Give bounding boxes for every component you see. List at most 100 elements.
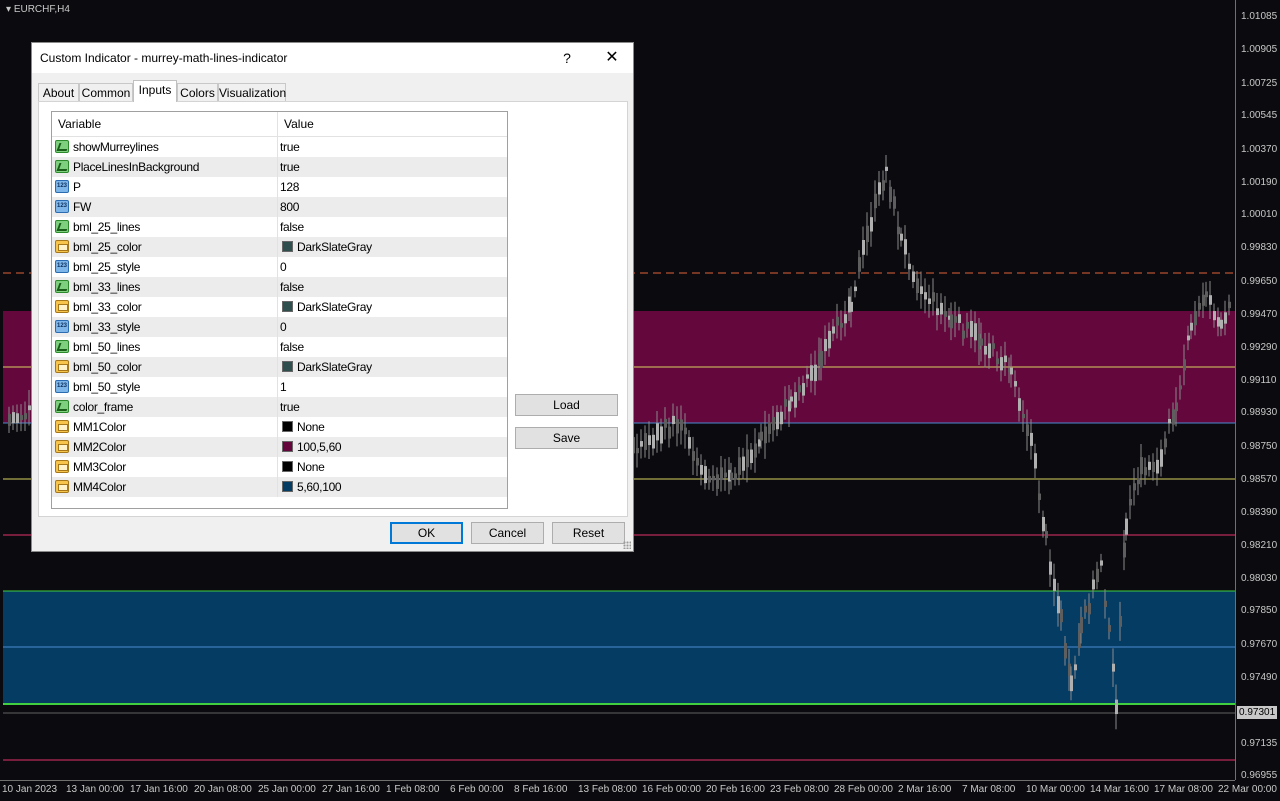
candle-body (850, 301, 853, 312)
row-variable: P (73, 180, 81, 194)
table-row[interactable]: bml_50_color DarkSlateGray (52, 357, 507, 377)
cancel-button[interactable]: Cancel (471, 522, 544, 544)
candle-body (1137, 478, 1140, 485)
row-value[interactable]: 5,60,100 (297, 480, 342, 494)
row-variable: bml_25_color (73, 240, 142, 254)
table-row[interactable]: bml_25_lines false (52, 217, 507, 237)
candle-body (844, 314, 847, 324)
candle-body (1080, 617, 1083, 634)
time-axis[interactable]: 10 Jan 2023 13 Jan 00:00 17 Jan 16:00 20 Ja… (0, 780, 1277, 801)
candle-body (790, 396, 793, 402)
row-value[interactable]: true (280, 400, 300, 414)
row-value[interactable]: 128 (280, 180, 299, 194)
table-row[interactable]: 123 bml_25_style 0 (52, 257, 507, 277)
candle-body (1129, 499, 1132, 506)
dialog-titlebar[interactable]: Custom Indicator - murrey-math-lines-ind… (32, 43, 633, 73)
row-value[interactable]: DarkSlateGray (297, 300, 372, 314)
candle-body (1217, 317, 1220, 327)
candle-body (928, 298, 931, 304)
candle-body (1045, 531, 1048, 539)
candle-body (668, 426, 671, 439)
tab-visualization[interactable]: Visualization (218, 83, 286, 102)
row-value[interactable]: 0 (280, 260, 287, 274)
tab-common[interactable]: Common (79, 83, 133, 102)
table-row[interactable]: PlaceLinesInBackground true (52, 157, 507, 177)
color-param-icon (55, 420, 69, 433)
color-swatch[interactable] (282, 481, 293, 492)
candle-body (676, 419, 679, 434)
candle-body (1074, 664, 1077, 671)
row-value[interactable]: 1 (280, 380, 287, 394)
price-axis[interactable]: 1.01085 1.00905 1.00725 1.00545 1.00370 1.001… (1235, 0, 1280, 781)
row-variable: bml_50_color (73, 360, 142, 374)
number-param-icon: 123 (55, 260, 69, 273)
candle-body (882, 180, 885, 191)
candle-body (1183, 359, 1186, 371)
candle-body (962, 330, 965, 339)
table-row[interactable]: bml_25_color DarkSlateGray (52, 237, 507, 257)
row-value[interactable]: None (297, 420, 325, 434)
header-variable[interactable]: Variable (58, 117, 101, 131)
row-value[interactable]: false (280, 220, 304, 234)
save-button[interactable]: Save (515, 427, 618, 449)
table-row[interactable]: MM1Color None (52, 417, 507, 437)
row-value[interactable]: true (280, 160, 300, 174)
candle-body (1014, 381, 1017, 387)
resize-grip-icon[interactable] (623, 541, 631, 549)
close-icon[interactable]: ✕ (597, 47, 627, 69)
bool-param-icon (55, 400, 69, 413)
candle-body (1053, 578, 1056, 591)
load-button[interactable]: Load (515, 394, 618, 416)
row-variable: bml_33_color (73, 300, 142, 314)
row-value[interactable]: false (280, 280, 304, 294)
color-swatch[interactable] (282, 441, 293, 452)
table-row[interactable]: showMurreylines true (52, 137, 507, 157)
row-value[interactable]: None (297, 460, 325, 474)
candle-body (1213, 311, 1216, 321)
row-value[interactable]: 800 (280, 200, 299, 214)
candle-body (908, 263, 911, 270)
color-swatch[interactable] (282, 241, 293, 252)
tab-about[interactable]: About (38, 83, 79, 102)
color-swatch[interactable] (282, 461, 293, 472)
table-row[interactable]: 123 bml_50_style 1 (52, 377, 507, 397)
candle-body (920, 286, 923, 295)
table-row[interactable]: MM4Color 5,60,100 (52, 477, 507, 497)
ok-button[interactable]: OK (390, 522, 463, 544)
candle-body (1064, 643, 1067, 659)
row-value[interactable]: 0 (280, 320, 287, 334)
candle-body (708, 476, 711, 483)
color-swatch[interactable] (282, 301, 293, 312)
row-value[interactable]: false (280, 340, 304, 354)
table-row[interactable]: bml_33_color DarkSlateGray (52, 297, 507, 317)
table-row[interactable]: MM2Color 100,5,60 (52, 437, 507, 457)
help-icon[interactable]: ? (552, 47, 582, 69)
tab-colors[interactable]: Colors (177, 83, 218, 102)
row-value[interactable]: DarkSlateGray (297, 360, 372, 374)
tab-inputs[interactable]: Inputs (133, 80, 177, 102)
candle-body (1220, 319, 1223, 329)
candle-body (1026, 424, 1029, 437)
header-value[interactable]: Value (284, 117, 314, 131)
table-row[interactable]: bml_50_lines false (52, 337, 507, 357)
table-row[interactable]: 123 FW 800 (52, 197, 507, 217)
color-swatch[interactable] (282, 421, 293, 432)
row-value[interactable]: true (280, 140, 300, 154)
color-swatch[interactable] (282, 361, 293, 372)
candle-body (1198, 302, 1201, 310)
candle-body (16, 413, 19, 424)
table-row[interactable]: 123 P 128 (52, 177, 507, 197)
table-row[interactable]: 123 bml_33_style 0 (52, 317, 507, 337)
row-value[interactable]: DarkSlateGray (297, 240, 372, 254)
table-row[interactable]: color_frame true (52, 397, 507, 417)
candle-body (738, 457, 741, 475)
table-row[interactable]: MM3Color None (52, 457, 507, 477)
table-row[interactable]: bml_33_lines false (52, 277, 507, 297)
row-variable: bml_33_lines (73, 280, 141, 294)
inputs-table[interactable]: Variable Value showMurreylines true PlaceL… (51, 111, 508, 509)
row-value[interactable]: 100,5,60 (297, 440, 342, 454)
candle-body (1205, 291, 1208, 298)
price-tick-label: 1.01085 (1241, 11, 1278, 22)
chevron-down-icon[interactable]: ▾ (6, 4, 14, 15)
reset-button[interactable]: Reset (552, 522, 625, 544)
